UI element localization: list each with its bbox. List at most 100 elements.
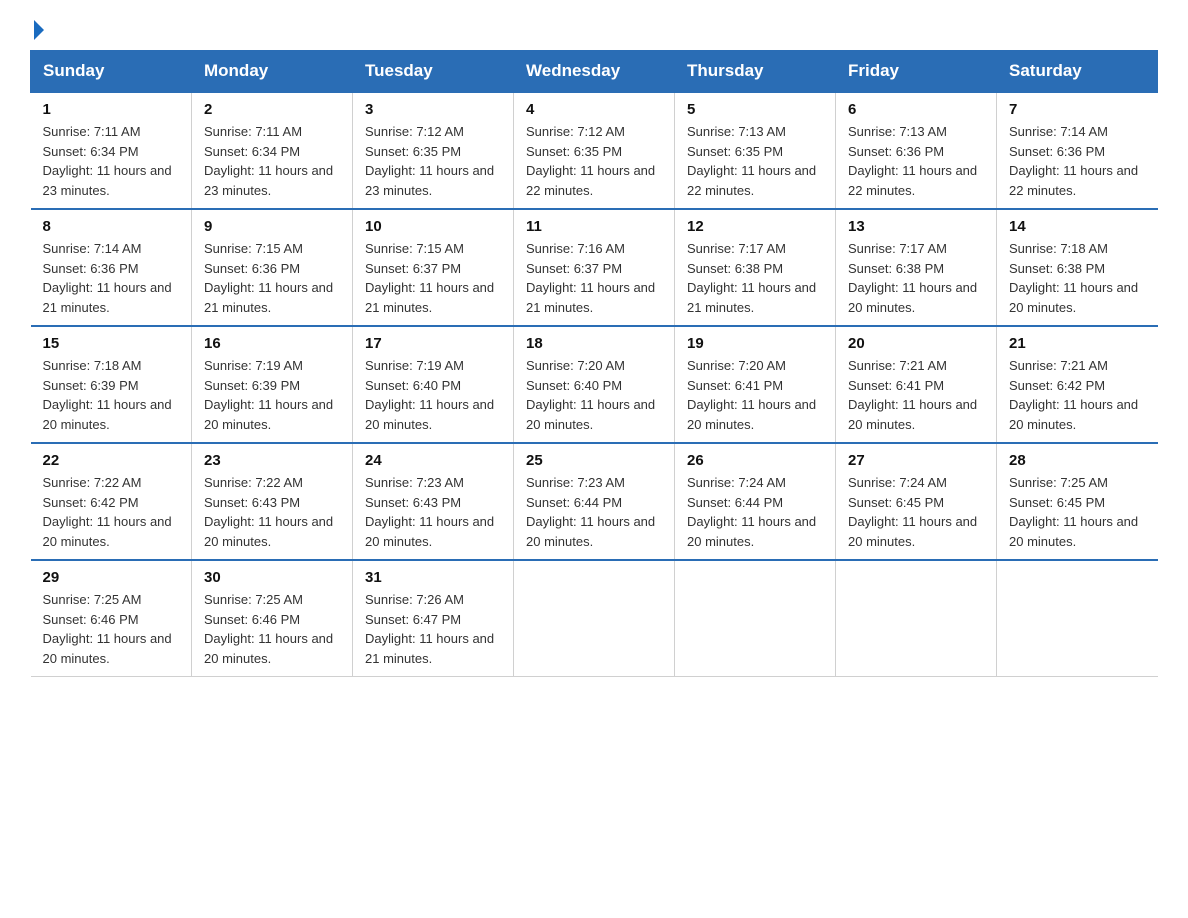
sunset-value: 6:42 PM bbox=[1057, 378, 1105, 393]
calendar-cell: 1 Sunrise: 7:11 AM Sunset: 6:34 PM Dayli… bbox=[31, 92, 192, 209]
sunrise-value: 7:21 AM bbox=[1060, 358, 1108, 373]
sunset-label: Sunset: bbox=[1009, 144, 1057, 159]
day-number: 12 bbox=[687, 218, 823, 235]
daylight-label: Daylight: bbox=[43, 397, 97, 412]
daylight-label: Daylight: bbox=[848, 280, 902, 295]
day-number: 23 bbox=[204, 452, 340, 469]
day-info: Sunrise: 7:22 AM Sunset: 6:43 PM Dayligh… bbox=[204, 473, 340, 551]
sunrise-label: Sunrise: bbox=[365, 592, 416, 607]
day-info: Sunrise: 7:13 AM Sunset: 6:35 PM Dayligh… bbox=[687, 122, 823, 200]
calendar-table: SundayMondayTuesdayWednesdayThursdayFrid… bbox=[30, 50, 1158, 677]
calendar-cell: 30 Sunrise: 7:25 AM Sunset: 6:46 PM Dayl… bbox=[192, 560, 353, 677]
sunrise-label: Sunrise: bbox=[204, 124, 255, 139]
sunrise-label: Sunrise: bbox=[43, 358, 94, 373]
calendar-week-row: 1 Sunrise: 7:11 AM Sunset: 6:34 PM Dayli… bbox=[31, 92, 1158, 209]
day-number: 29 bbox=[43, 569, 180, 586]
day-number: 31 bbox=[365, 569, 501, 586]
sunset-label: Sunset: bbox=[526, 261, 574, 276]
sunset-value: 6:36 PM bbox=[1057, 144, 1105, 159]
calendar-cell: 11 Sunrise: 7:16 AM Sunset: 6:37 PM Dayl… bbox=[514, 209, 675, 326]
sunset-value: 6:35 PM bbox=[413, 144, 461, 159]
sunrise-label: Sunrise: bbox=[204, 358, 255, 373]
daylight-label: Daylight: bbox=[687, 163, 741, 178]
sunrise-label: Sunrise: bbox=[687, 241, 738, 256]
sunrise-label: Sunrise: bbox=[1009, 475, 1060, 490]
sunrise-label: Sunrise: bbox=[848, 124, 899, 139]
sunrise-value: 7:14 AM bbox=[94, 241, 142, 256]
sunset-value: 6:42 PM bbox=[90, 495, 138, 510]
day-info: Sunrise: 7:15 AM Sunset: 6:37 PM Dayligh… bbox=[365, 239, 501, 317]
sunrise-value: 7:13 AM bbox=[899, 124, 947, 139]
sunset-value: 6:44 PM bbox=[574, 495, 622, 510]
calendar-cell bbox=[997, 560, 1158, 677]
sunrise-value: 7:18 AM bbox=[94, 358, 142, 373]
calendar-cell: 29 Sunrise: 7:25 AM Sunset: 6:46 PM Dayl… bbox=[31, 560, 192, 677]
sunrise-label: Sunrise: bbox=[43, 124, 94, 139]
calendar-cell: 28 Sunrise: 7:25 AM Sunset: 6:45 PM Dayl… bbox=[997, 443, 1158, 560]
day-info: Sunrise: 7:24 AM Sunset: 6:45 PM Dayligh… bbox=[848, 473, 984, 551]
sunrise-label: Sunrise: bbox=[526, 358, 577, 373]
daylight-label: Daylight: bbox=[526, 163, 580, 178]
sunset-label: Sunset: bbox=[1009, 495, 1057, 510]
page-header bbox=[30, 20, 1158, 40]
day-number: 30 bbox=[204, 569, 340, 586]
calendar-cell: 4 Sunrise: 7:12 AM Sunset: 6:35 PM Dayli… bbox=[514, 92, 675, 209]
sunset-label: Sunset: bbox=[848, 261, 896, 276]
daylight-label: Daylight: bbox=[43, 280, 97, 295]
sunrise-value: 7:22 AM bbox=[255, 475, 303, 490]
day-info: Sunrise: 7:14 AM Sunset: 6:36 PM Dayligh… bbox=[1009, 122, 1146, 200]
sunrise-value: 7:16 AM bbox=[577, 241, 625, 256]
day-number: 17 bbox=[365, 335, 501, 352]
sunset-value: 6:45 PM bbox=[1057, 495, 1105, 510]
sunrise-value: 7:12 AM bbox=[577, 124, 625, 139]
sunrise-value: 7:21 AM bbox=[899, 358, 947, 373]
sunset-value: 6:35 PM bbox=[574, 144, 622, 159]
sunset-label: Sunset: bbox=[365, 261, 413, 276]
sunrise-label: Sunrise: bbox=[43, 241, 94, 256]
day-info: Sunrise: 7:24 AM Sunset: 6:44 PM Dayligh… bbox=[687, 473, 823, 551]
sunrise-label: Sunrise: bbox=[526, 124, 577, 139]
sunset-value: 6:38 PM bbox=[735, 261, 783, 276]
day-number: 4 bbox=[526, 101, 662, 118]
calendar-cell: 9 Sunrise: 7:15 AM Sunset: 6:36 PM Dayli… bbox=[192, 209, 353, 326]
sunset-value: 6:38 PM bbox=[896, 261, 944, 276]
day-info: Sunrise: 7:22 AM Sunset: 6:42 PM Dayligh… bbox=[43, 473, 180, 551]
sunrise-value: 7:24 AM bbox=[899, 475, 947, 490]
day-info: Sunrise: 7:11 AM Sunset: 6:34 PM Dayligh… bbox=[204, 122, 340, 200]
header-sunday: Sunday bbox=[31, 51, 192, 93]
sunset-label: Sunset: bbox=[43, 495, 91, 510]
day-number: 6 bbox=[848, 101, 984, 118]
sunrise-value: 7:20 AM bbox=[577, 358, 625, 373]
day-number: 15 bbox=[43, 335, 180, 352]
day-info: Sunrise: 7:11 AM Sunset: 6:34 PM Dayligh… bbox=[43, 122, 180, 200]
sunrise-value: 7:23 AM bbox=[577, 475, 625, 490]
day-info: Sunrise: 7:18 AM Sunset: 6:38 PM Dayligh… bbox=[1009, 239, 1146, 317]
sunrise-label: Sunrise: bbox=[526, 241, 577, 256]
sunset-label: Sunset: bbox=[687, 261, 735, 276]
sunrise-value: 7:23 AM bbox=[416, 475, 464, 490]
day-info: Sunrise: 7:21 AM Sunset: 6:41 PM Dayligh… bbox=[848, 356, 984, 434]
sunrise-value: 7:22 AM bbox=[94, 475, 142, 490]
calendar-cell: 17 Sunrise: 7:19 AM Sunset: 6:40 PM Dayl… bbox=[353, 326, 514, 443]
calendar-cell bbox=[514, 560, 675, 677]
calendar-header-row: SundayMondayTuesdayWednesdayThursdayFrid… bbox=[31, 51, 1158, 93]
day-number: 26 bbox=[687, 452, 823, 469]
sunset-label: Sunset: bbox=[1009, 261, 1057, 276]
sunrise-value: 7:25 AM bbox=[255, 592, 303, 607]
sunset-label: Sunset: bbox=[848, 144, 896, 159]
calendar-cell: 24 Sunrise: 7:23 AM Sunset: 6:43 PM Dayl… bbox=[353, 443, 514, 560]
sunset-value: 6:39 PM bbox=[90, 378, 138, 393]
sunset-label: Sunset: bbox=[365, 378, 413, 393]
sunrise-value: 7:19 AM bbox=[255, 358, 303, 373]
calendar-cell: 12 Sunrise: 7:17 AM Sunset: 6:38 PM Dayl… bbox=[675, 209, 836, 326]
logo-arrow-icon bbox=[34, 20, 44, 40]
sunrise-label: Sunrise: bbox=[365, 358, 416, 373]
calendar-week-row: 22 Sunrise: 7:22 AM Sunset: 6:42 PM Dayl… bbox=[31, 443, 1158, 560]
sunrise-value: 7:11 AM bbox=[255, 124, 302, 139]
header-friday: Friday bbox=[836, 51, 997, 93]
sunset-label: Sunset: bbox=[687, 495, 735, 510]
day-number: 3 bbox=[365, 101, 501, 118]
sunrise-label: Sunrise: bbox=[687, 124, 738, 139]
day-number: 7 bbox=[1009, 101, 1146, 118]
calendar-cell: 15 Sunrise: 7:18 AM Sunset: 6:39 PM Dayl… bbox=[31, 326, 192, 443]
